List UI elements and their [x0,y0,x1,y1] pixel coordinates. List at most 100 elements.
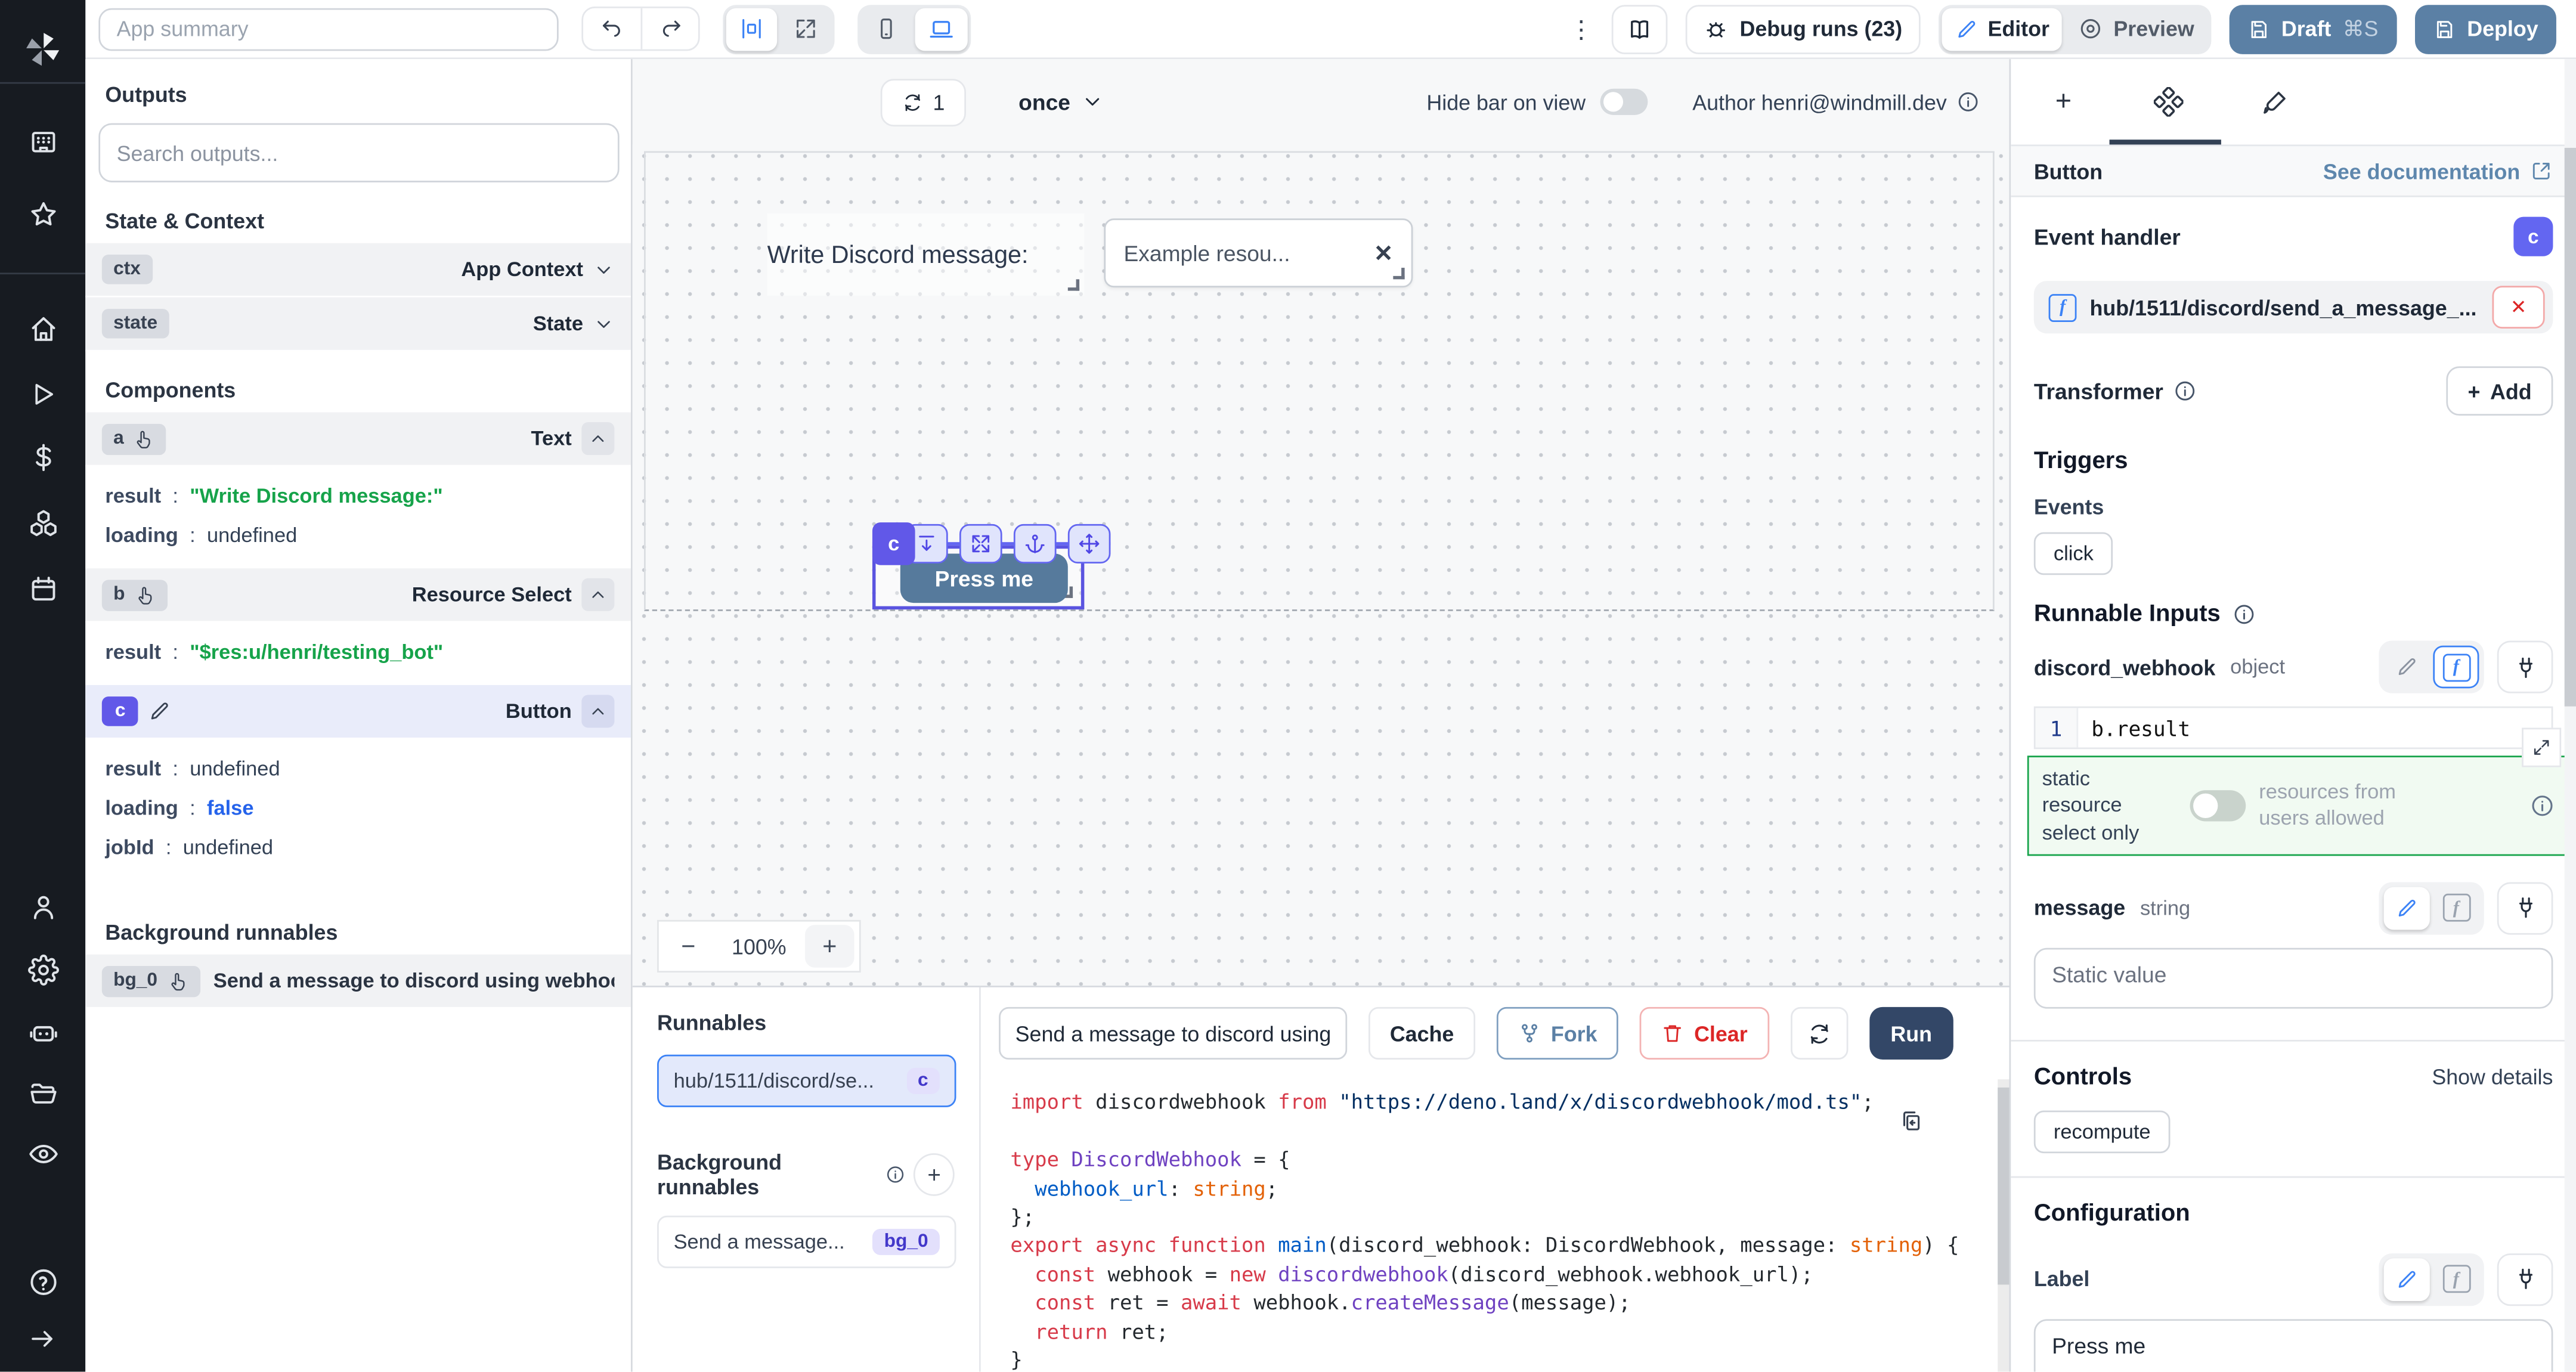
output-key[interactable]: result [105,640,161,664]
output-key[interactable]: result [105,757,161,781]
tab-editor[interactable]: Editor [1942,7,2063,50]
sidebar-item-users[interactable] [0,874,85,940]
sidebar-item-workers[interactable] [0,999,85,1064]
static-mode-button[interactable] [2384,887,2430,930]
output-row-ctx[interactable]: ctx App Context [85,243,631,298]
sidebar-item-variables[interactable] [0,424,85,490]
background-runnable-row[interactable]: bg_0 Send a message to discord using web… [85,955,631,1007]
clear-button[interactable]: Clear [1640,1008,1769,1060]
resize-handle[interactable] [1068,279,1079,290]
docs-button[interactable] [1612,4,1668,54]
background-runnable-item[interactable]: Send a message... bg_0 [657,1216,956,1269]
add-transformer-button[interactable]: +Add [2447,366,2553,416]
app-canvas[interactable]: Write Discord message: Example resou... … [633,144,2010,986]
chevron-down-icon[interactable] [593,313,615,335]
undo-button[interactable] [583,8,640,49]
sidebar-item-settings[interactable] [0,936,85,1002]
static-mode-button[interactable] [2384,646,2430,689]
tab-component-settings[interactable] [2116,59,2221,144]
clear-select-icon[interactable]: ✕ [1374,239,1393,267]
expand-component-button[interactable] [959,524,1002,563]
expr-mode-button[interactable]: f [2433,646,2479,689]
deploy-button[interactable]: Deploy [2414,4,2556,54]
code-content[interactable]: import discordwebhook from "https://deno… [981,1080,1998,1372]
run-mode-select[interactable]: once [1018,89,1103,114]
center-canvas-button[interactable] [726,7,777,50]
zoom-out-button[interactable]: − [664,933,713,961]
info-icon[interactable] [2173,379,2196,402]
message-static-value-input[interactable] [2034,947,2553,1008]
zoom-in-button[interactable]: + [805,925,854,968]
see-documentation-link[interactable]: See documentation [2323,159,2553,183]
label-value-input[interactable]: Press me [2034,1319,2553,1372]
app-summary-input[interactable] [98,7,558,50]
component-row-c[interactable]: c Button [85,685,631,739]
sidebar-item-runs[interactable] [0,361,85,427]
hide-bar-toggle[interactable] [1600,89,1648,115]
tab-insert-component[interactable]: + [2011,59,2116,144]
info-icon[interactable] [2530,793,2555,817]
sidebar-item-audit[interactable] [0,1120,85,1186]
sidebar-item-resources[interactable] [0,490,85,555]
collapse-component-b-button[interactable] [581,578,614,611]
pencil-icon[interactable] [148,700,172,723]
discord-webhook-expr-editor[interactable]: 1 b.result [2034,707,2553,750]
resize-handle[interactable] [1393,268,1404,279]
chevron-down-icon[interactable] [593,259,615,280]
fork-button[interactable]: Fork [1497,1008,1618,1060]
sidebar-collapse-arrow[interactable] [0,1306,85,1371]
sidebar-item-home[interactable] [0,296,85,361]
event-chip-click[interactable]: click [2034,532,2113,575]
refresh-code-button[interactable] [1790,1008,1847,1060]
script-name-input[interactable] [999,1008,1347,1060]
connect-input-button[interactable] [2497,882,2553,934]
settings-scrollbar[interactable] [2565,59,2576,1372]
sidebar-item-help[interactable] [0,1249,85,1314]
expr-mode-button[interactable]: f [2433,887,2479,930]
anchor-component-button[interactable] [1014,524,1057,563]
recompute-chip[interactable]: recompute [2034,1110,2171,1153]
expand-editor-button[interactable] [2522,728,2561,767]
tab-preview[interactable]: Preview [2066,7,2207,50]
sidebar-item-apps[interactable] [0,109,85,174]
remove-runnable-button[interactable]: ✕ [2492,286,2544,329]
sidebar-item-schedules[interactable] [0,555,85,621]
info-icon[interactable] [1956,91,1980,114]
sidebar-item-folders[interactable] [0,1060,85,1125]
info-icon[interactable] [2232,603,2255,626]
desktop-view-button[interactable] [915,7,968,50]
collapse-component-c-button[interactable] [581,695,614,727]
refresh-count-button[interactable]: 1 [881,78,966,126]
mobile-view-button[interactable] [861,7,912,50]
copy-code-icon[interactable] [1899,1110,1924,1134]
move-component-button[interactable] [1068,524,1111,563]
static-mode-button[interactable] [2384,1258,2430,1301]
text-component[interactable]: Write Discord message: [767,213,1085,296]
expand-canvas-button[interactable] [781,7,831,50]
output-key[interactable]: result [105,485,161,508]
component-row-b[interactable]: b Resource Select [85,568,631,622]
output-key[interactable]: loading [105,797,178,820]
run-button[interactable]: Run [1869,1008,1953,1060]
sidebar-item-favorites[interactable] [0,181,85,246]
show-details-link[interactable]: Show details [2432,1065,2553,1089]
search-outputs-input[interactable] [98,123,619,182]
event-handler-runnable-chip[interactable]: f hub/1511/discord/send_a_message_... ✕ [2034,281,2553,333]
collapse-component-a-button[interactable] [581,422,614,455]
connect-input-button[interactable] [2497,1253,2553,1305]
debug-runs-button[interactable]: Debug runs (23) [1686,4,1921,54]
connect-input-button[interactable] [2497,640,2553,693]
output-key[interactable]: loading [105,524,178,547]
output-row-state[interactable]: state State [85,298,631,352]
more-menu-button[interactable]: ⋮ [1569,14,1593,44]
redo-button[interactable] [640,8,698,49]
resource-select-component[interactable]: Example resou... ✕ [1104,218,1413,287]
static-resource-toggle[interactable] [2190,790,2246,821]
code-scrollbar[interactable] [1998,1080,2009,1372]
output-key[interactable]: jobId [105,836,154,859]
cache-button[interactable]: Cache [1368,1008,1475,1060]
component-row-a[interactable]: a Text [85,413,631,467]
add-background-runnable-button[interactable]: + [914,1154,955,1197]
expr-mode-button[interactable]: f [2433,1258,2479,1301]
draft-button[interactable]: Draft ⌘S [2229,4,2397,54]
